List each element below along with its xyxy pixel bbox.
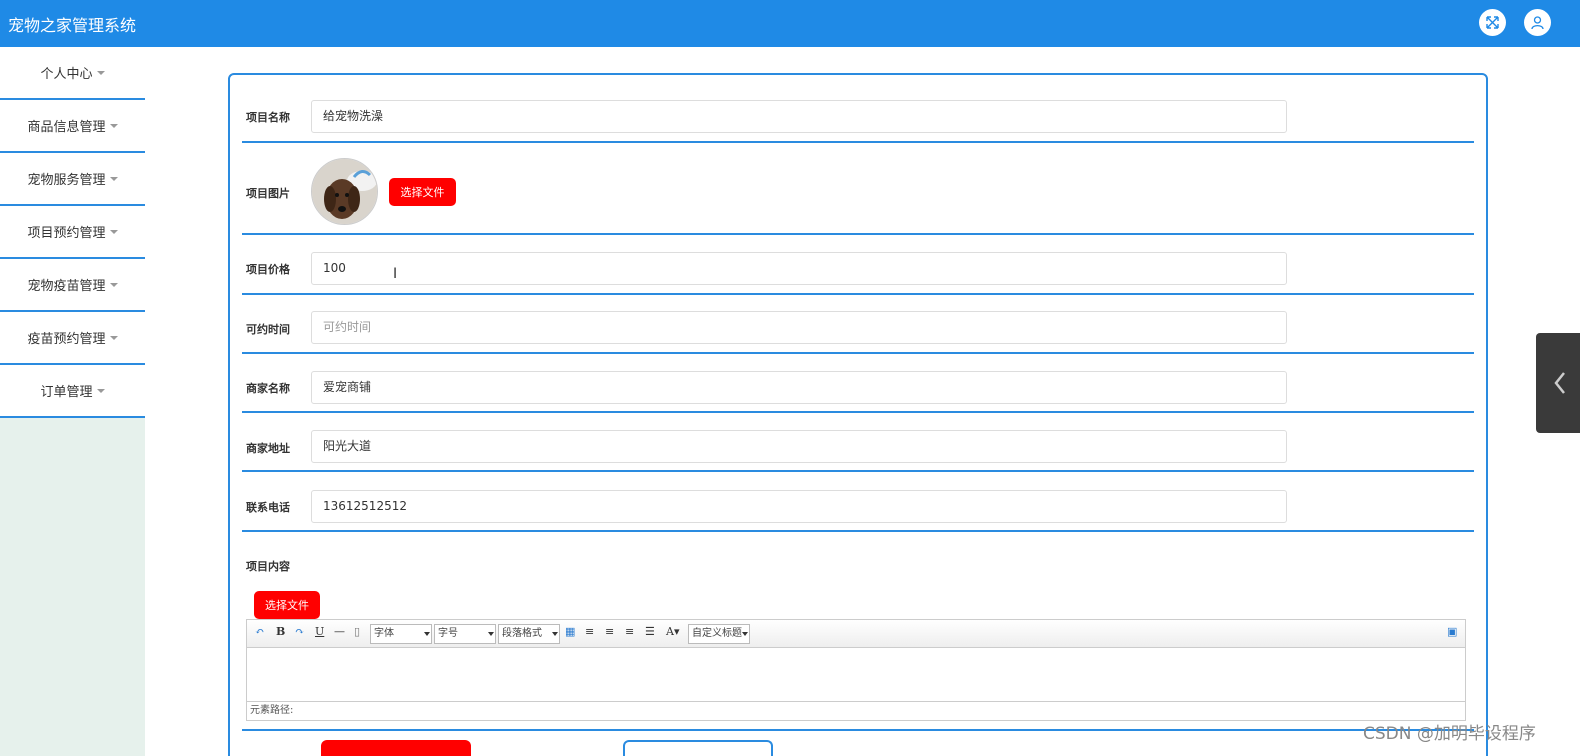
fullscreen-icon[interactable]	[1479, 9, 1506, 36]
sidebar-item-label: 订单管理	[40, 385, 93, 400]
font-size-select[interactable]: 字号	[434, 624, 496, 644]
horizontal-rule-icon[interactable]: —	[334, 625, 345, 638]
editor-toolbar: ↶ B ↷ U — ▯ 字体 字号 段落格式 ▦ ≡ ≡ ≡ ☰ A▾ 自定义标…	[247, 620, 1465, 648]
content-label: 项目内容	[246, 560, 290, 573]
rich-text-editor: ↶ B ↷ U — ▯ 字体 字号 段落格式 ▦ ≡ ≡ ≡ ☰ A▾ 自定义标…	[246, 619, 1466, 721]
sidebar-item-goods[interactable]: 商品信息管理	[0, 100, 145, 153]
caret-down-icon	[96, 388, 105, 393]
caret-down-icon	[109, 229, 118, 234]
caret-down-icon	[109, 176, 118, 181]
select-content-file-button[interactable]: 选择文件	[254, 591, 320, 619]
caret-down-icon	[109, 335, 118, 340]
sidebar-item-label: 商品信息管理	[27, 120, 106, 135]
price-label: 项目价格	[246, 263, 290, 276]
paragraph-format-select[interactable]: 段落格式	[498, 624, 560, 644]
dropdown-arrow-icon	[488, 632, 494, 636]
phone-input[interactable]: 13612512512	[311, 490, 1287, 523]
select-image-button[interactable]: 选择文件	[389, 178, 456, 206]
image-label: 项目图片	[246, 187, 290, 200]
project-image-thumbnail	[311, 158, 378, 225]
redo-icon[interactable]: ↷	[295, 625, 304, 638]
name-label: 项目名称	[246, 111, 290, 124]
sidebar-item-label: 个人中心	[40, 67, 93, 82]
custom-title-select[interactable]: 自定义标题	[688, 624, 750, 644]
bold-icon[interactable]: B	[276, 625, 285, 638]
page-icon[interactable]: ▯	[354, 625, 360, 638]
cancel-button[interactable]	[623, 740, 773, 756]
table-icon[interactable]: ▦	[565, 625, 575, 638]
sidebar-item-orders[interactable]: 订单管理	[0, 365, 145, 418]
text-cursor-icon: I	[393, 266, 398, 282]
sidebar-item-project-booking[interactable]: 项目预约管理	[0, 206, 145, 259]
element-path-status: 元素路径:	[247, 701, 1465, 720]
undo-icon[interactable]: ↶	[255, 625, 264, 638]
sidebar-item-label: 宠物服务管理	[27, 173, 106, 188]
dropdown-arrow-icon	[424, 632, 430, 636]
user-icon[interactable]	[1524, 9, 1551, 36]
shop-input[interactable]: 爱宠商铺	[311, 371, 1287, 404]
address-label: 商家地址	[246, 442, 290, 455]
font-family-select[interactable]: 字体	[370, 624, 432, 644]
font-color-icon[interactable]: A▾	[666, 625, 679, 638]
address-input[interactable]: 阳光大道	[311, 430, 1287, 463]
caret-down-icon	[109, 123, 118, 128]
sidebar-item-pet-service[interactable]: 宠物服务管理	[0, 153, 145, 206]
align-justify-icon[interactable]: ☰	[645, 625, 655, 638]
custom-title-select-label: 自定义标题	[692, 628, 742, 639]
dropdown-arrow-icon	[552, 632, 558, 636]
paragraph-format-select-label: 段落格式	[502, 628, 542, 639]
underline-icon[interactable]: U	[315, 625, 324, 638]
price-input[interactable]: 100	[311, 252, 1287, 285]
app-title: 宠物之家管理系统	[8, 16, 137, 35]
sidebar-item-personal-center[interactable]: 个人中心	[0, 47, 145, 100]
time-input[interactable]: 可约时间	[311, 311, 1287, 344]
phone-label: 联系电话	[246, 501, 290, 514]
caret-down-icon	[96, 70, 105, 75]
sidebar-item-label: 宠物疫苗管理	[27, 279, 106, 294]
form-divider	[242, 731, 1474, 733]
sidebar-item-label: 疫苗预约管理	[27, 332, 106, 347]
align-left-icon[interactable]: ≡	[585, 625, 594, 638]
time-label: 可约时间	[246, 323, 290, 336]
font-size-select-label: 字号	[438, 628, 458, 639]
name-input[interactable]: 给宠物洗澡	[311, 100, 1287, 133]
side-panel-tab[interactable]	[1536, 333, 1580, 433]
submit-button[interactable]	[321, 740, 471, 756]
align-right-icon[interactable]: ≡	[605, 625, 614, 638]
top-bar: 宠物之家管理系统	[0, 0, 1580, 47]
align-center-icon[interactable]: ≡	[625, 625, 634, 638]
watermark: CSDN @加明毕设程序	[1363, 724, 1536, 744]
caret-down-icon	[109, 282, 118, 287]
source-code-icon[interactable]: ▣	[1447, 625, 1457, 638]
dropdown-arrow-icon	[742, 632, 748, 636]
sidebar-item-label: 项目预约管理	[27, 226, 106, 241]
sidebar-item-vaccine[interactable]: 宠物疫苗管理	[0, 259, 145, 312]
sidebar-item-vaccine-booking[interactable]: 疫苗预约管理	[0, 312, 145, 365]
font-family-select-label: 字体	[374, 628, 394, 639]
shop-label: 商家名称	[246, 382, 290, 395]
